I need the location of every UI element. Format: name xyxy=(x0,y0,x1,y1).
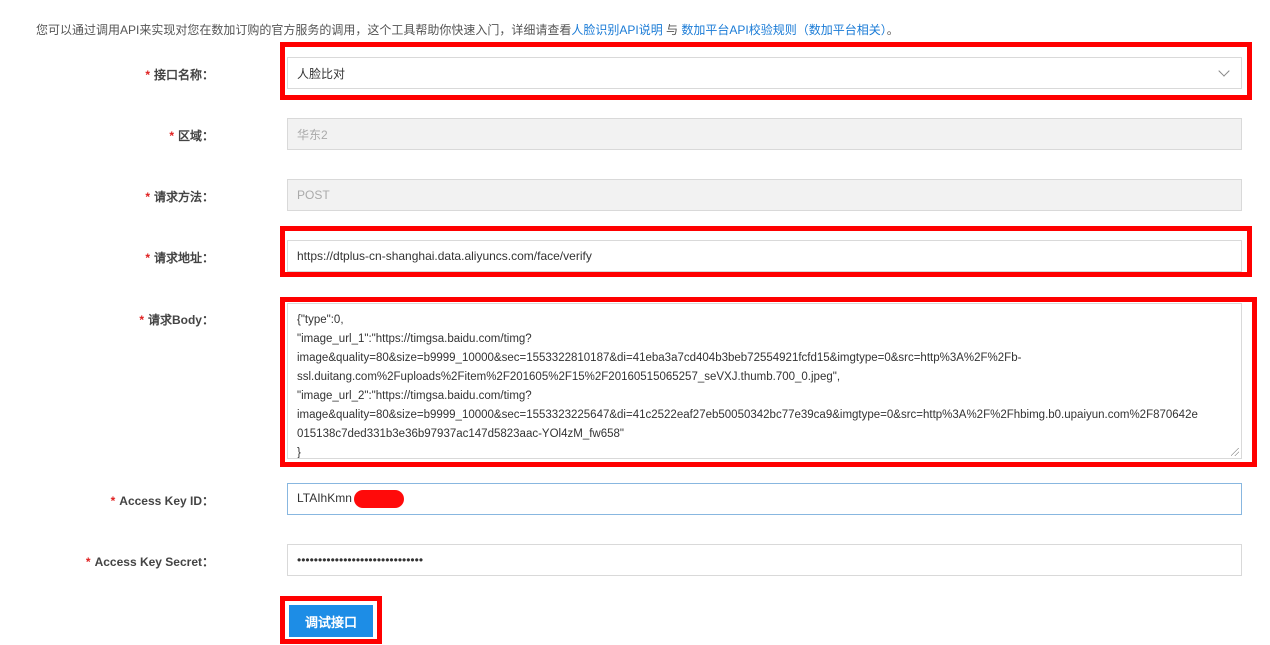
body-line: "image_url_2":"https://timgsa.baidu.com/… xyxy=(297,390,532,402)
required-mark: * xyxy=(145,190,150,204)
body-line: ssl.duitang.com%2Fuploads%2Fitem%2F20160… xyxy=(297,371,841,383)
url-label: * 请求地址： xyxy=(145,249,214,266)
access-key-secret-label-text: Access Key Secret： xyxy=(94,555,214,569)
required-mark: * xyxy=(110,494,116,508)
api-name-label: * 接口名称： xyxy=(145,66,214,83)
access-key-secret-label: * Access Key Secret： xyxy=(86,553,214,570)
body-label: * 请求Body： xyxy=(139,311,214,328)
intro-end: 。 xyxy=(886,23,899,37)
body-line: } xyxy=(297,447,301,459)
access-key-id-label-text: Access Key ID： xyxy=(119,494,214,508)
required-mark: * xyxy=(145,68,150,82)
body-label-text: 请求Body： xyxy=(147,313,214,327)
api-name-value: 人脸比对 xyxy=(297,66,346,81)
redaction-mark xyxy=(353,490,404,508)
body-line: image&quality=80&size=b9999_10000&sec=15… xyxy=(297,409,1198,421)
required-mark: * xyxy=(145,251,150,265)
access-key-id-label: * Access Key ID： xyxy=(111,492,214,509)
region-value: 华东2 xyxy=(297,127,328,142)
intro-description: 您可以通过调用API来实现对您在数加订购的官方服务的调用，这个工具帮助你快速入门… xyxy=(36,23,572,37)
required-mark: * xyxy=(139,313,144,327)
method-value: POST xyxy=(297,188,330,202)
intro-and: 与 xyxy=(666,23,679,37)
face-api-doc-link[interactable]: 人脸识别API说明 xyxy=(571,23,662,37)
api-name-select[interactable]: 人脸比对 xyxy=(287,57,1242,89)
body-line: 015138c7ded331b3e36b97937ac147d5823aac-Y… xyxy=(297,428,624,440)
method-field: POST xyxy=(287,179,1242,211)
intro-text: 您可以通过调用API来实现对您在数加订购的官方服务的调用，这个工具帮助你快速入门… xyxy=(36,21,899,38)
method-label: * 请求方法： xyxy=(145,188,214,205)
access-key-id-value: LTAIhKmn xyxy=(297,490,1232,508)
access-key-id-text: LTAIhKmn xyxy=(297,491,352,506)
region-label: * 区域： xyxy=(169,127,214,144)
access-key-id-input[interactable]: LTAIhKmn xyxy=(287,483,1242,515)
api-auth-rules-link[interactable]: 数加平台API校验规则（数加平台相关） xyxy=(681,23,886,37)
required-mark: * xyxy=(169,129,174,143)
method-label-text: 请求方法： xyxy=(153,190,214,204)
body-line: {"type":0, xyxy=(297,314,344,326)
api-name-label-text: 接口名称： xyxy=(153,68,214,82)
debug-api-button[interactable]: 调试接口 xyxy=(289,605,373,637)
url-label-text: 请求地址： xyxy=(153,251,214,265)
region-field: 华东2 xyxy=(287,118,1242,150)
request-url-input[interactable]: https://dtplus-cn-shanghai.data.aliyuncs… xyxy=(287,240,1242,272)
chevron-down-icon xyxy=(1218,65,1230,77)
request-body-textarea[interactable]: {"type":0, "image_url_1":"https://timgsa… xyxy=(287,303,1242,459)
region-label-text: 区域： xyxy=(177,129,214,143)
body-line: image&quality=80&size=b9999_10000&sec=15… xyxy=(297,352,1022,364)
access-key-secret-input[interactable]: •••••••••••••••••••••••••••••• xyxy=(287,544,1242,576)
resize-handle-icon[interactable] xyxy=(1231,448,1239,456)
access-key-secret-value: •••••••••••••••••••••••••••••• xyxy=(297,553,424,567)
request-url-value: https://dtplus-cn-shanghai.data.aliyuncs… xyxy=(297,249,592,263)
body-line: "image_url_1":"https://timgsa.baidu.com/… xyxy=(297,333,532,345)
required-mark: * xyxy=(85,555,91,569)
